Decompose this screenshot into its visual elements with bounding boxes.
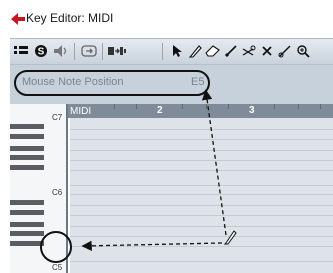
black-key[interactable]: [10, 155, 44, 160]
black-key[interactable]: [10, 165, 44, 170]
key-editor-icon: [11, 13, 25, 25]
mouse-note-position-label: Mouse Note Position: [22, 76, 124, 88]
svg-text:S: S: [38, 47, 45, 58]
acoustic-feedback-icon[interactable]: [52, 42, 70, 60]
cut-icon[interactable]: [276, 42, 294, 60]
info-line-toggle-icon[interactable]: [12, 42, 30, 60]
ruler-bar-2: 2: [157, 105, 163, 116]
black-key[interactable]: [10, 241, 44, 246]
line-icon[interactable]: [222, 42, 240, 60]
autoscroll-icon[interactable]: [80, 42, 98, 60]
mute-icon[interactable]: [258, 42, 276, 60]
title-bar: Key Editor: MIDI: [0, 0, 333, 38]
black-key[interactable]: [10, 222, 44, 227]
ruler-track-label: MIDI: [70, 106, 92, 117]
window-title: Key Editor: MIDI: [26, 11, 114, 25]
mouse-note-position-value: E5: [191, 76, 205, 88]
octave-label-c5: C5: [52, 263, 63, 272]
pencil-cursor-icon: [224, 230, 237, 245]
ruler-bar-3: 3: [249, 105, 255, 116]
highlight-circle: [40, 231, 72, 263]
ruler[interactable]: 2 3: [68, 104, 333, 118]
black-key[interactable]: [10, 200, 44, 205]
solo-icon[interactable]: S: [32, 42, 50, 60]
split-icon[interactable]: [240, 42, 258, 60]
insert-velocity-icon[interactable]: [108, 42, 126, 60]
draw-icon[interactable]: [186, 42, 204, 60]
black-key[interactable]: [10, 210, 44, 215]
octave-label-c6: C6: [52, 188, 63, 197]
zoom-icon[interactable]: [294, 42, 312, 60]
black-key[interactable]: [10, 134, 44, 139]
toolbar: S: [10, 38, 333, 64]
note-grid[interactable]: [70, 118, 333, 273]
octave-label-c7: C7: [52, 113, 63, 122]
black-key[interactable]: [10, 124, 44, 129]
black-key[interactable]: [10, 146, 44, 151]
black-key[interactable]: [10, 231, 44, 236]
erase-icon[interactable]: [204, 42, 222, 60]
object-selection-icon[interactable]: [168, 42, 186, 60]
